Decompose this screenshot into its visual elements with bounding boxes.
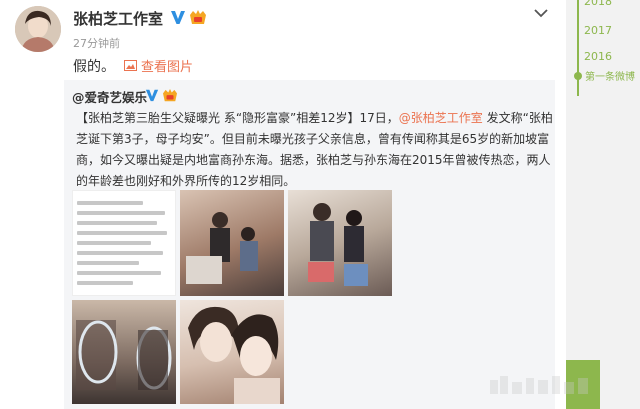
- thumbnail-portrait[interactable]: [180, 300, 284, 404]
- view-image-link[interactable]: 查看图片: [124, 56, 193, 75]
- first-weibo-link[interactable]: 第一条微博: [585, 68, 635, 83]
- post-text: 假的。: [73, 59, 115, 75]
- timeline-rail: 2018 2017 2016 第一条微博: [572, 0, 640, 409]
- chevron-down-icon[interactable]: [533, 7, 549, 19]
- verified-icon: [145, 89, 159, 102]
- post-timestamp[interactable]: 27分钟前: [73, 35, 120, 51]
- repost-source[interactable]: @爱奇艺娱乐: [72, 87, 147, 106]
- year-2018[interactable]: 2018: [584, 0, 612, 8]
- thumbnail-mall-2[interactable]: [288, 190, 392, 296]
- mention-link[interactable]: @张柏芝工作室: [399, 111, 483, 125]
- verified-icon: [171, 11, 185, 24]
- repost-text-a: 【张柏芝第三胎生父疑曝光 系“隐形富豪”相差12岁】17日，: [76, 111, 399, 125]
- year-2017[interactable]: 2017: [584, 24, 612, 37]
- view-image-label: 查看图片: [141, 60, 194, 75]
- repost-text: 【张柏芝第三胎生父疑曝光 系“隐形富豪”相差12岁】17日，@张柏芝工作室 发文…: [76, 108, 554, 192]
- avatar[interactable]: [15, 6, 61, 52]
- timeline-dot: [574, 72, 582, 80]
- weibo-card: 张柏芝工作室 27分钟前 假的。 查看图片 @爱奇艺娱乐 【张柏芝第三胎生父疑曝…: [0, 0, 566, 409]
- vip-icon[interactable]: [162, 89, 178, 103]
- thumbnail-statement[interactable]: [72, 190, 176, 296]
- image-icon: [124, 60, 137, 71]
- repost-block: @爱奇艺娱乐 【张柏芝第三胎生父疑曝光 系“隐形富豪”相差12岁】17日，@张柏…: [64, 80, 555, 409]
- year-2016[interactable]: 2016: [584, 50, 612, 63]
- thumbnail-circled[interactable]: [72, 300, 176, 404]
- vip-icon[interactable]: [189, 10, 207, 26]
- watermark: [490, 376, 588, 394]
- timeline-line: [577, 0, 579, 96]
- thumbnail-mall-1[interactable]: [180, 190, 284, 296]
- username[interactable]: 张柏芝工作室: [73, 8, 163, 29]
